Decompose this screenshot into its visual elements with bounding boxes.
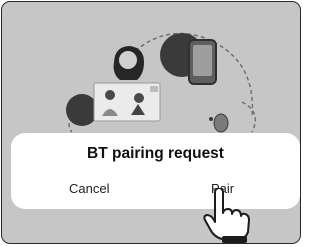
phone-screen: BT pairing request Cancel Pair xyxy=(1,1,301,244)
video-call-icon xyxy=(93,82,161,122)
pointing-hand-icon xyxy=(203,188,250,243)
cancel-button[interactable]: Cancel xyxy=(69,181,109,196)
earbud-icon xyxy=(209,113,229,133)
decor-circle xyxy=(66,94,98,126)
pairing-dialog: BT pairing request Cancel Pair xyxy=(11,133,300,209)
smartphone-icon xyxy=(188,39,217,85)
dialog-title: BT pairing request xyxy=(87,145,224,162)
